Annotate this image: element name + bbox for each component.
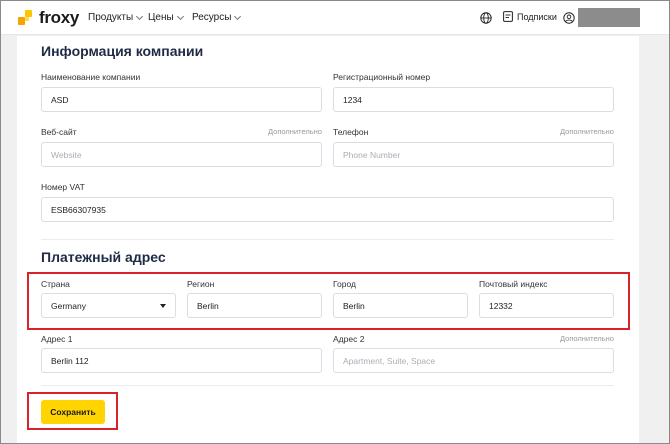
city-label: Город (333, 279, 356, 289)
address1-value: Berlin 112 (51, 355, 89, 366)
phone-placeholder: Phone Number (343, 149, 401, 160)
phone-input[interactable]: Phone Number (333, 142, 614, 167)
company-name-input[interactable]: ASD (41, 87, 322, 112)
country-select[interactable]: Germany (41, 293, 176, 318)
postal-code-label: Почтовый индекс (479, 279, 548, 289)
address2-placeholder: Apartment, Suite, Space (343, 355, 436, 366)
chevron-down-icon (136, 12, 144, 20)
postal-code-value: 12332 (489, 300, 513, 311)
address2-input[interactable]: Apartment, Suite, Space (333, 348, 614, 373)
redacted-username (578, 8, 640, 27)
website-label: Веб-сайт (41, 127, 77, 137)
address1-input[interactable]: Berlin 112 (41, 348, 322, 373)
save-button[interactable]: Сохранить (41, 400, 105, 424)
registration-number-value: 1234 (343, 94, 362, 105)
vat-label: Номер VAT (41, 182, 85, 192)
city-value: Berlin (343, 300, 365, 311)
globe-icon[interactable] (480, 12, 492, 24)
section-divider (41, 239, 614, 240)
phone-label: Телефон (333, 127, 369, 137)
nav-item-products[interactable]: Продукты (88, 12, 144, 23)
vat-input[interactable]: ESB66307935 (41, 197, 614, 222)
froxy-logo[interactable]: froxy (18, 8, 80, 27)
registration-number-input[interactable]: 1234 (333, 87, 614, 112)
brand-name: froxy (39, 8, 80, 27)
nav-item-label: Цены (148, 12, 174, 23)
subscriptions-icon (503, 11, 513, 22)
top-navbar: froxy Продукты Цены Ресурсы Подписки (1, 1, 669, 35)
vat-value: ESB66307935 (51, 204, 106, 215)
nav-item-label: Ресурсы (192, 12, 232, 23)
website-optional-note: Дополнительно (268, 127, 322, 136)
company-settings-card: Информация компании Наименование компани… (17, 36, 639, 444)
company-info-heading: Информация компании (41, 43, 204, 59)
address2-label: Адрес 2 (333, 334, 365, 344)
nav-item-resources[interactable]: Ресурсы (192, 12, 242, 23)
country-value: Germany (51, 300, 86, 311)
city-input[interactable]: Berlin (333, 293, 468, 318)
billing-address-heading: Платежный адрес (41, 249, 166, 265)
chevron-down-icon (234, 12, 242, 20)
subscriptions-label: Подписки (517, 11, 557, 22)
registration-number-label: Регистрационный номер (333, 72, 431, 82)
user-icon[interactable] (563, 12, 575, 24)
section-divider (41, 385, 614, 386)
company-name-value: ASD (51, 94, 69, 105)
nav-item-label: Продукты (88, 12, 134, 23)
froxy-logo-icon (18, 10, 34, 26)
dropdown-arrow-icon (160, 304, 166, 308)
address2-optional-note: Дополнительно (560, 334, 614, 343)
subscriptions-link[interactable]: Подписки (503, 11, 557, 22)
chevron-down-icon (176, 12, 184, 20)
company-name-label: Наименование компании (41, 72, 141, 82)
website-placeholder: Website (51, 149, 82, 160)
address1-label: Адрес 1 (41, 334, 73, 344)
region-label: Регион (187, 279, 215, 289)
nav-item-prices[interactable]: Цены (148, 12, 184, 23)
country-label: Страна (41, 279, 70, 289)
region-value: Berlin (197, 300, 219, 311)
website-input[interactable]: Website (41, 142, 322, 167)
postal-code-input[interactable]: 12332 (479, 293, 614, 318)
phone-optional-note: Дополнительно (560, 127, 614, 136)
region-input[interactable]: Berlin (187, 293, 322, 318)
